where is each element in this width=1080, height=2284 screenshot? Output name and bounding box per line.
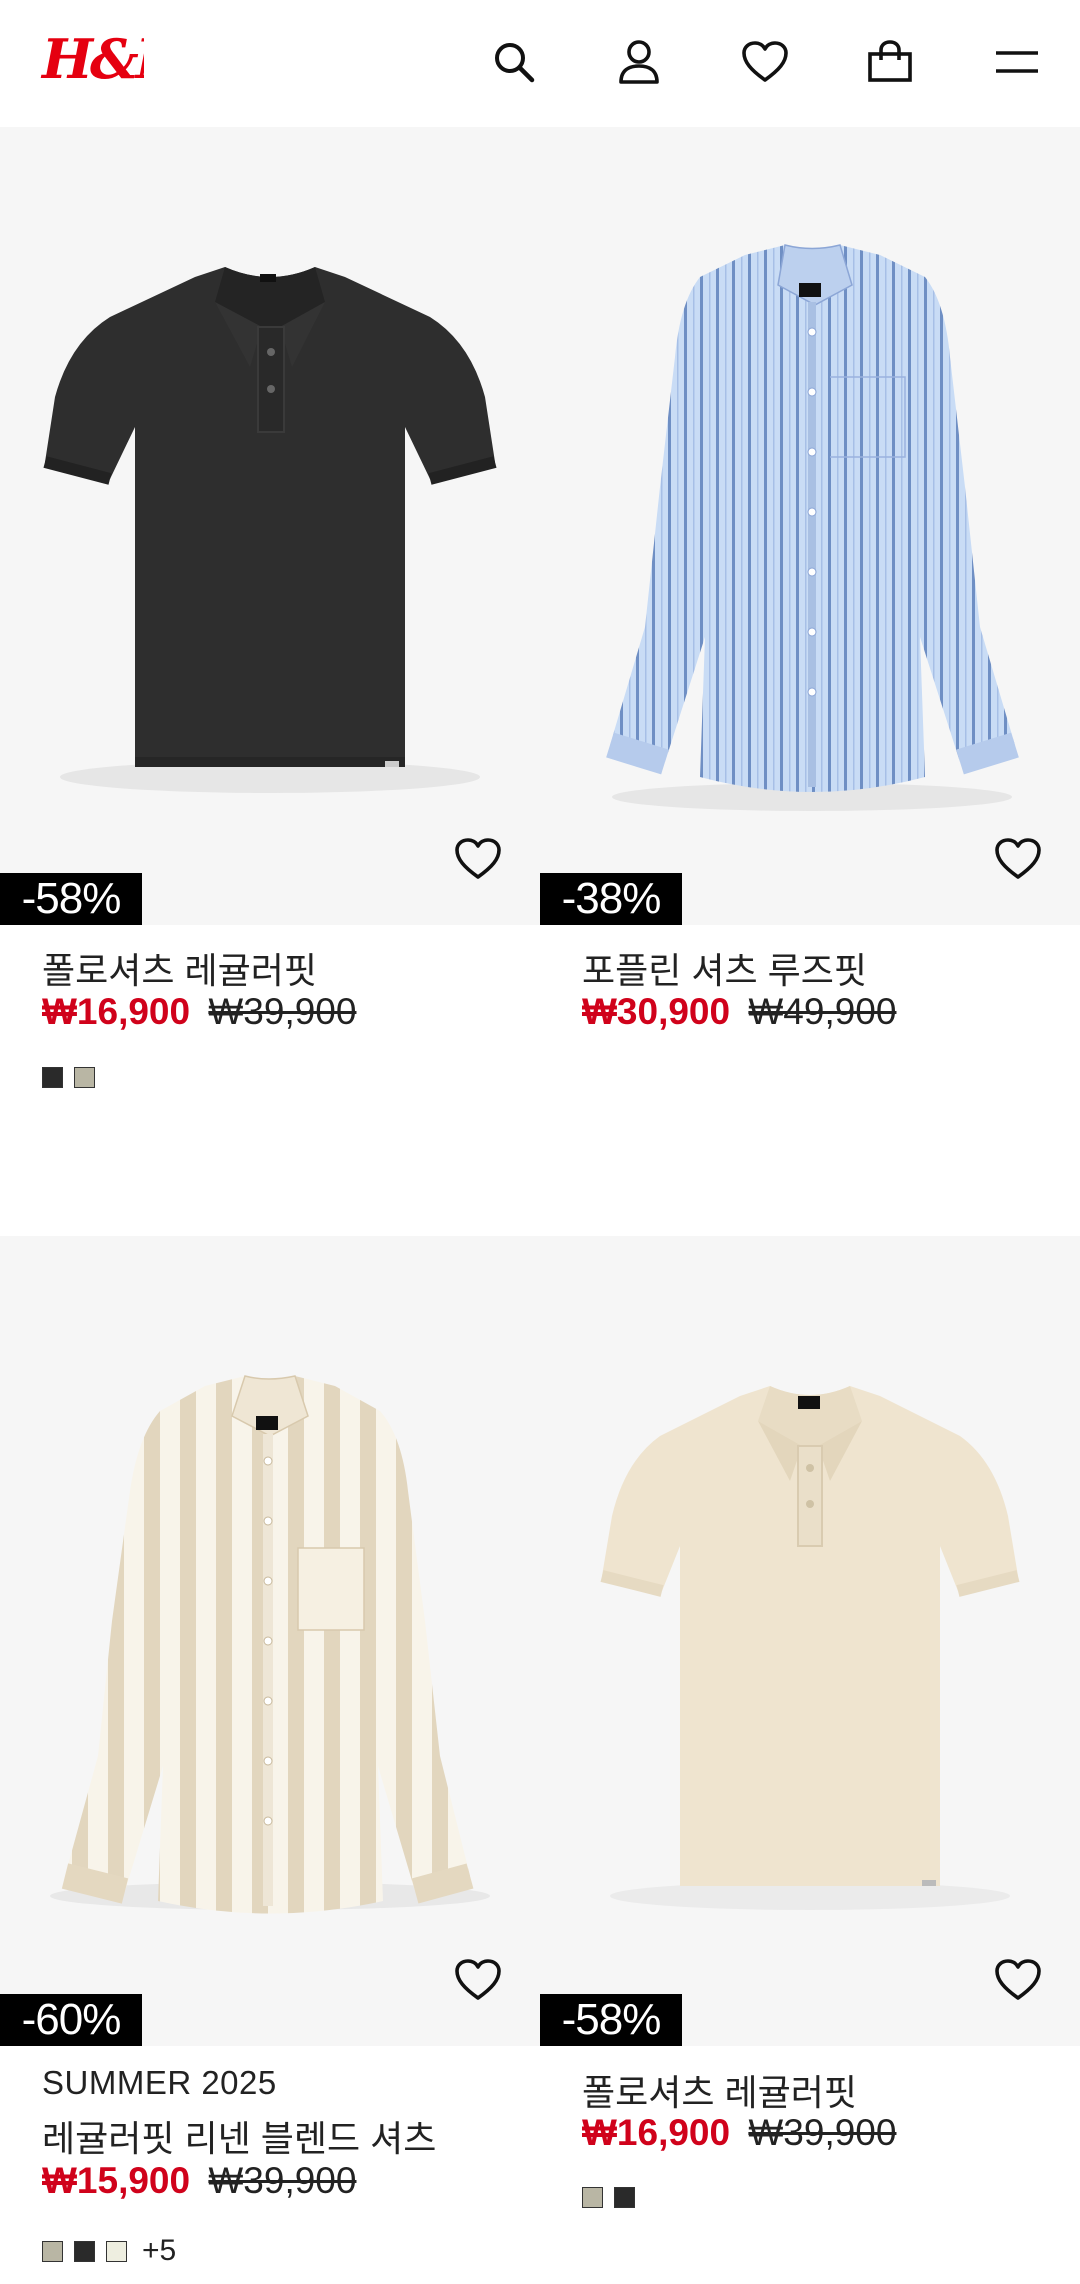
discount-badge: -60% — [0, 1994, 142, 2046]
svg-text:H&M: H&M — [40, 27, 144, 91]
product-name[interactable]: 포플린 셔츠 루즈핏 — [582, 942, 867, 994]
product-card[interactable]: -58% 폴로셔츠 레귤러핏 ₩16,900 ₩39,900 — [0, 127, 540, 1227]
price-row: ₩16,900 ₩39,900 — [582, 2112, 896, 2154]
product-name[interactable]: 폴로셔츠 레귤러핏 — [582, 2064, 857, 2116]
color-swatch-beige[interactable] — [42, 2240, 63, 2262]
discount-badge: -38% — [540, 873, 682, 925]
product-image[interactable]: -58% — [540, 1236, 1080, 2046]
product-image[interactable]: -60% — [0, 1236, 540, 2046]
collection-tag: SUMMER 2025 — [42, 2064, 277, 2101]
more-colors-count[interactable]: +5 — [142, 2234, 176, 2268]
shopping-bag-icon[interactable] — [862, 34, 918, 90]
product-card[interactable]: -38% 포플린 셔츠 루즈핏 ₩30,900 ₩49,900 — [540, 127, 1080, 1227]
sale-price: ₩16,900 — [42, 991, 191, 1032]
sale-price: ₩30,900 — [582, 991, 731, 1032]
original-price: ₩49,900 — [748, 991, 897, 1032]
color-swatches — [582, 2187, 635, 2208]
original-price: ₩39,900 — [208, 2160, 357, 2201]
site-header: H&M — [0, 0, 1080, 127]
favorites-icon[interactable] — [737, 34, 793, 90]
color-swatches: +5 — [42, 2234, 176, 2268]
hm-logo[interactable]: H&M — [40, 24, 201, 94]
original-price: ₩39,900 — [748, 2112, 897, 2153]
color-swatch-beige[interactable] — [74, 1067, 95, 1088]
color-swatch-black[interactable] — [42, 1067, 63, 1088]
color-swatches — [42, 1067, 95, 1088]
product-card[interactable]: -58% 폴로셔츠 레귤러핏 ₩16,900 ₩39,900 — [540, 1236, 1080, 2284]
price-row: ₩16,900 ₩39,900 — [42, 991, 356, 1033]
discount-badge: -58% — [540, 1994, 682, 2046]
add-to-favorites-icon[interactable] — [994, 837, 1042, 885]
price-row: ₩30,900 ₩49,900 — [582, 991, 896, 1033]
product-name[interactable]: 레귤러핏 리넨 블렌드 셔츠 — [42, 2110, 436, 2162]
account-icon[interactable] — [611, 34, 667, 90]
color-swatch-cream[interactable] — [106, 2240, 127, 2262]
color-swatch-beige[interactable] — [582, 2187, 603, 2208]
search-icon[interactable] — [486, 34, 542, 90]
add-to-favorites-icon[interactable] — [454, 837, 502, 885]
product-image[interactable]: -58% — [0, 127, 540, 925]
sale-price: ₩16,900 — [582, 2112, 731, 2153]
price-row: ₩15,900 ₩39,900 — [42, 2160, 356, 2202]
add-to-favorites-icon[interactable] — [454, 1958, 502, 2006]
sale-price: ₩15,900 — [42, 2160, 191, 2201]
original-price: ₩39,900 — [208, 991, 357, 1032]
color-swatch-black[interactable] — [74, 2240, 95, 2262]
product-name[interactable]: 폴로셔츠 레귤러핏 — [42, 942, 317, 994]
discount-badge: -58% — [0, 873, 142, 925]
product-card[interactable]: -60% SUMMER 2025 레귤러핏 리넨 블렌드 셔츠 ₩15,900 … — [0, 1236, 540, 2284]
add-to-favorites-icon[interactable] — [994, 1958, 1042, 2006]
menu-icon[interactable] — [989, 34, 1045, 90]
product-image[interactable]: -38% — [540, 127, 1080, 925]
color-swatch-black[interactable] — [614, 2187, 635, 2208]
